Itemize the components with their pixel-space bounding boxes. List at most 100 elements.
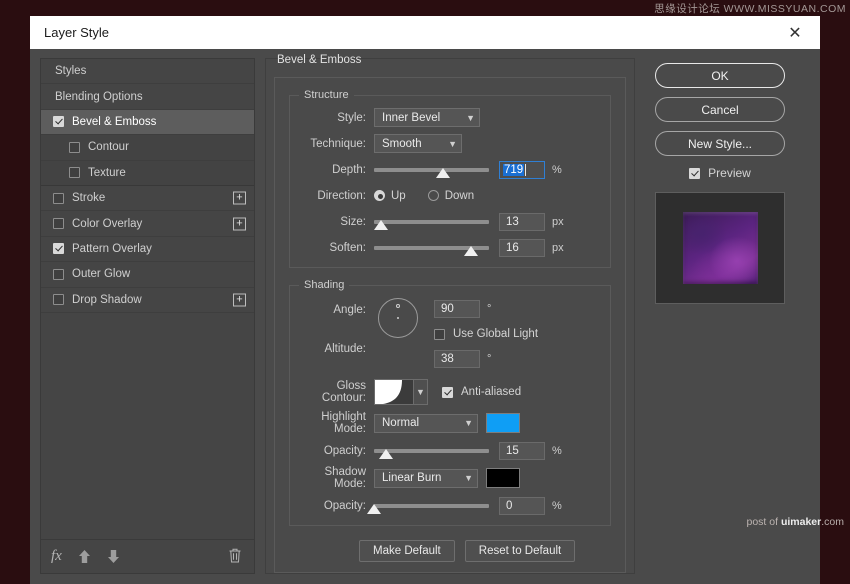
- altitude-input[interactable]: 38: [434, 350, 480, 368]
- styles-panel-footer: fx: [41, 539, 254, 573]
- sidebar-item-label: Drop Shadow: [72, 293, 142, 306]
- reset-to-default-button[interactable]: Reset to Default: [464, 540, 576, 562]
- preview-checkbox[interactable]: Preview: [689, 166, 751, 180]
- sidebar-item-label: Styles: [55, 65, 87, 78]
- angle-unit: °: [487, 303, 492, 315]
- fx-icon[interactable]: fx: [51, 548, 62, 565]
- technique-select[interactable]: Smooth ▼: [374, 134, 462, 153]
- style-row: Style: Inner Bevel ▼: [296, 106, 604, 129]
- sidebar-item-label: Blending Options: [55, 90, 143, 103]
- gloss-contour-dropdown[interactable]: ▼: [414, 379, 428, 405]
- soften-row: Soften: 16 px: [296, 236, 604, 259]
- watermark-suffix: .com: [821, 516, 844, 528]
- checkbox-anti-aliased: [442, 386, 453, 398]
- direction-up-radio[interactable]: Up: [374, 190, 406, 202]
- checkbox-color-overlay[interactable]: [53, 218, 64, 230]
- sidebar-item-bevel-emboss[interactable]: Bevel & Emboss: [41, 109, 254, 136]
- angle-value-row: 90 °: [434, 298, 538, 320]
- angle-label-row: Angle:: [296, 298, 374, 322]
- add-stroke-button[interactable]: +: [233, 191, 246, 205]
- shadow-opacity-slider[interactable]: [367, 497, 489, 515]
- soften-unit: px: [552, 241, 564, 254]
- structure-legend: Structure: [299, 89, 354, 101]
- shadow-opacity-thumb[interactable]: [367, 503, 381, 514]
- depth-slider[interactable]: [374, 161, 489, 179]
- chevron-down-icon: ▼: [466, 112, 475, 123]
- checkbox-texture[interactable]: [69, 167, 80, 179]
- highlight-mode-label: Highlight Mode:: [321, 411, 366, 435]
- direction-down-radio[interactable]: Down: [427, 190, 474, 202]
- sidebar-item-blending-options[interactable]: Blending Options: [41, 84, 254, 110]
- watermark-brand: uimaker: [780, 516, 822, 528]
- shadow-opacity-label: Opacity:: [323, 499, 366, 512]
- sidebar-item-texture[interactable]: Texture: [41, 160, 254, 186]
- angle-dial[interactable]: [378, 298, 418, 338]
- size-slider-thumb[interactable]: [373, 219, 388, 230]
- checkbox-stroke[interactable]: [53, 192, 64, 204]
- altitude-unit: °: [487, 353, 492, 365]
- soften-slider[interactable]: [374, 239, 489, 257]
- size-slider[interactable]: [373, 213, 489, 231]
- highlight-opacity-label: Opacity:: [323, 444, 366, 457]
- dialog-titlebar: Layer Style ✕: [30, 16, 820, 49]
- checkbox-use-global-light: [434, 328, 445, 340]
- shadow-mode-value: Linear Burn: [382, 472, 442, 484]
- shading-legend: Shading: [299, 279, 350, 291]
- sidebar-item-drop-shadow[interactable]: Drop Shadow +: [41, 288, 254, 313]
- highlight-opacity-slider[interactable]: [374, 442, 489, 460]
- altitude-label-row: Altitude:: [296, 334, 374, 364]
- depth-unit: %: [552, 163, 562, 176]
- size-input-value: 13: [506, 215, 519, 228]
- sidebar-item-stroke[interactable]: Stroke +: [41, 186, 254, 212]
- chevron-down-icon: ▼: [464, 473, 473, 483]
- depth-slider-track: [374, 167, 489, 172]
- add-drop-shadow-button[interactable]: +: [233, 293, 246, 307]
- watermark-bottom-right: post of uimaker.com: [747, 516, 845, 528]
- altitude-input-value: 38: [441, 353, 454, 365]
- make-default-button[interactable]: Make Default: [359, 540, 455, 562]
- shadow-color-swatch[interactable]: [486, 468, 520, 488]
- shadow-mode-select[interactable]: Linear Burn ▼: [374, 468, 478, 488]
- checkbox-contour[interactable]: [69, 141, 80, 153]
- anti-aliased-checkbox[interactable]: Anti-aliased: [442, 386, 521, 398]
- add-color-overlay-button[interactable]: +: [233, 217, 246, 231]
- depth-input[interactable]: 719: [499, 160, 545, 179]
- highlight-color-swatch[interactable]: [486, 413, 520, 433]
- gloss-contour-row: Gloss Contour: ▼ Anti-aliased: [296, 377, 604, 407]
- size-unit: px: [552, 215, 564, 228]
- shadow-opacity-track: [374, 503, 489, 508]
- checkbox-pattern-overlay[interactable]: [53, 243, 64, 255]
- highlight-opacity-input[interactable]: 15: [499, 441, 545, 460]
- gloss-contour-preview[interactable]: [374, 379, 414, 405]
- sidebar-item-outer-glow[interactable]: Outer Glow: [41, 262, 254, 288]
- checkbox-outer-glow[interactable]: [53, 268, 64, 280]
- move-up-arrow-icon[interactable]: [78, 549, 91, 564]
- depth-row: Depth: 719 %: [296, 158, 604, 181]
- cancel-button[interactable]: Cancel: [655, 97, 785, 122]
- sidebar-item-pattern-overlay[interactable]: Pattern Overlay: [41, 237, 254, 263]
- close-icon[interactable]: ✕: [776, 16, 814, 49]
- size-input[interactable]: 13: [499, 212, 545, 231]
- shadow-opacity-input[interactable]: 0: [499, 496, 545, 515]
- soften-input[interactable]: 16: [499, 238, 545, 257]
- checkbox-preview: [689, 167, 701, 179]
- angle-input[interactable]: 90: [434, 300, 480, 318]
- ok-button[interactable]: OK: [655, 63, 785, 88]
- sidebar-item-label: Color Overlay: [72, 217, 143, 230]
- highlight-mode-select[interactable]: Normal ▼: [374, 413, 478, 433]
- preview-swatch-image: [682, 212, 758, 284]
- new-style-button[interactable]: New Style...: [655, 131, 785, 156]
- sidebar-item-contour[interactable]: Contour: [41, 135, 254, 161]
- use-global-light-checkbox[interactable]: Use Global Light: [434, 328, 538, 340]
- sidebar-item-color-overlay[interactable]: Color Overlay +: [41, 211, 254, 237]
- style-select[interactable]: Inner Bevel ▼: [374, 108, 480, 127]
- sidebar-item-styles[interactable]: Styles: [41, 59, 254, 85]
- checkbox-bevel-emboss[interactable]: [53, 116, 64, 128]
- sidebar-item-label: Contour: [88, 141, 129, 154]
- trash-icon[interactable]: [228, 547, 242, 566]
- checkbox-drop-shadow[interactable]: [53, 294, 64, 306]
- depth-slider-thumb[interactable]: [436, 167, 450, 178]
- move-down-arrow-icon[interactable]: [107, 549, 120, 564]
- highlight-opacity-thumb[interactable]: [378, 448, 393, 459]
- soften-slider-thumb[interactable]: [463, 245, 478, 256]
